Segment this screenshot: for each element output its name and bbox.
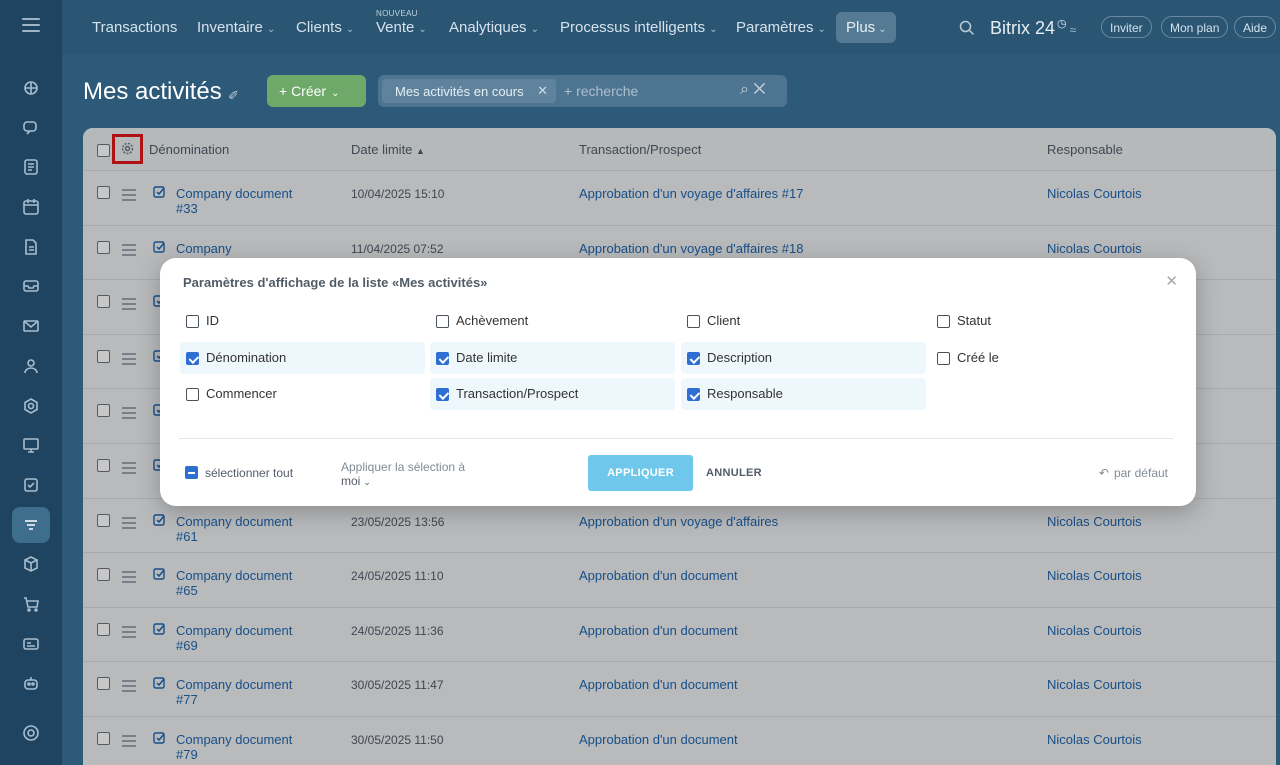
filter-search[interactable]: Mes activités en cours ✕ + recherche ⌕ ✕ [378,75,787,107]
column-option-label: Responsable [707,386,783,401]
column-option-label: Statut [957,313,991,328]
rail-hexagon-icon[interactable] [12,388,50,424]
chevron-down-icon: ⌄ [266,24,276,35]
chevron-down-icon: ⌄ [817,24,826,35]
nav-more-button[interactable]: Plus ⌄ [836,12,896,43]
column-option-checkbox[interactable] [687,315,700,328]
plan-button[interactable]: Mon plan [1161,16,1229,38]
column-option-label: Date limite [456,350,518,365]
close-icon[interactable]: ✕ [537,83,548,99]
rail-mail-icon[interactable] [12,308,50,344]
rail-inbox-icon[interactable] [12,268,50,304]
divider [179,438,1173,439]
chevron-down-icon: ⌄ [709,24,718,35]
cancel-button[interactable]: ANNULER [706,467,762,479]
page-title: Mes activités [83,78,222,105]
column-option[interactable]: Commencer [180,378,425,410]
column-option[interactable]: Statut [931,305,1176,337]
display-settings-modal: Paramètres d'affichage de la liste «Mes … [160,258,1196,506]
reset-default-button[interactable]: ↶ par défaut [1099,466,1168,480]
toggle-icon: ≈ [1069,23,1077,37]
column-option[interactable]: ID [180,305,425,337]
column-option-label: Description [707,350,773,365]
pin-icon[interactable]: ✐ [228,88,239,104]
column-option-checkbox[interactable] [436,388,449,401]
create-button[interactable]: + Créer ⌄ [267,75,366,107]
nav-item-analytiques[interactable]: Analytiques ⌄ [449,19,539,36]
left-rail [0,0,62,765]
nav-item-vente[interactable]: Vente ⌄ [376,19,427,36]
top-nav: Transactions Inventaire ⌄ Clients ⌄ NOUVEA… [62,0,1280,55]
chevron-down-icon: ⌄ [363,477,371,487]
select-all-checkbox[interactable] [185,466,198,479]
apply-to-selector[interactable]: Appliquer la sélection à moi ⌄ [341,460,465,489]
rail-box-icon[interactable] [12,546,50,582]
column-option[interactable]: Créé le [931,342,1176,374]
search-input[interactable]: + recherche [564,83,638,99]
rail-contacts-icon[interactable] [12,348,50,384]
rail-funnel-icon[interactable] [12,506,50,543]
column-option-checkbox[interactable] [687,388,700,401]
rail-settings-icon[interactable] [12,715,50,751]
new-badge: NOUVEAU [376,9,418,18]
rail-icons [12,70,50,705]
column-option-checkbox[interactable] [937,315,950,328]
apply-button[interactable]: APPLIQUER [588,455,693,491]
nav-item-clients[interactable]: Clients ⌄ [296,19,354,36]
clock-icon: ◷ [1057,18,1067,30]
close-icon[interactable]: ✕ [1165,272,1178,290]
column-option-label: Transaction/Prospect [456,386,579,401]
column-option-label: Dénomination [206,350,287,365]
column-option[interactable]: Responsable [681,378,926,410]
nav-item-inventaire[interactable]: Inventaire ⌄ [197,19,275,36]
column-option-label: Créé le [957,350,999,365]
chevron-down-icon: ⌄ [878,24,887,35]
column-option-label: ID [206,313,219,328]
column-option-checkbox[interactable] [937,352,950,365]
modal-title: Paramètres d'affichage de la liste «Mes … [183,275,488,290]
column-option-label: Client [707,313,741,328]
search-icon[interactable]: ⌕ [740,81,749,98]
brand-logo[interactable]: Bitrix 24 ◷ ≈ [990,17,1076,39]
rail-board-icon[interactable] [12,427,50,463]
column-option-label: Achèvement [456,313,529,328]
rail-document-icon[interactable] [12,229,50,265]
rail-card-icon[interactable] [12,626,50,662]
chevron-down-icon: ⌄ [530,24,539,35]
chevron-down-icon: ⌄ [418,24,427,35]
column-option[interactable]: Client [681,305,926,337]
chevron-down-icon: ⌄ [345,24,355,35]
rail-calendar-icon[interactable] [12,189,50,225]
column-option[interactable]: Date limite [430,342,675,374]
rail-robot-icon[interactable] [12,665,50,701]
column-option[interactable]: Dénomination [180,342,425,374]
column-option-checkbox[interactable] [186,388,199,401]
column-option-checkbox[interactable] [186,315,199,328]
rail-cart-icon[interactable] [12,586,50,622]
column-option[interactable]: Transaction/Prospect [430,378,675,410]
column-option[interactable]: Description [681,342,926,374]
rail-tasks-icon[interactable] [12,467,50,503]
rail-chat-icon[interactable] [12,110,50,146]
column-option-checkbox[interactable] [436,352,449,365]
column-option[interactable]: Achèvement [430,305,675,337]
chevron-down-icon: ⌄ [331,88,340,99]
close-icon[interactable]: ✕ [753,81,765,98]
search-icon[interactable] [959,20,975,36]
column-option-label: Commencer [206,386,277,401]
rail-feed-icon[interactable] [12,149,50,185]
menu-icon[interactable] [22,18,40,36]
column-option-checkbox[interactable] [687,352,700,365]
rail-sparkle-icon[interactable] [12,70,50,106]
invite-button[interactable]: Inviter [1101,16,1152,38]
nav-item-parametres[interactable]: Paramètres ⌄ [736,19,826,36]
help-button[interactable]: Aide [1234,16,1277,38]
select-all-label[interactable]: sélectionner tout [205,466,293,480]
filter-tag[interactable]: Mes activités en cours ✕ [382,79,556,103]
column-option-checkbox[interactable] [436,315,449,328]
nav-item-processus[interactable]: Processus intelligents ⌄ [560,19,717,36]
nav-item-transactions[interactable]: Transactions [92,19,177,36]
undo-icon: ↶ [1098,466,1109,480]
column-option-checkbox[interactable] [186,352,199,365]
